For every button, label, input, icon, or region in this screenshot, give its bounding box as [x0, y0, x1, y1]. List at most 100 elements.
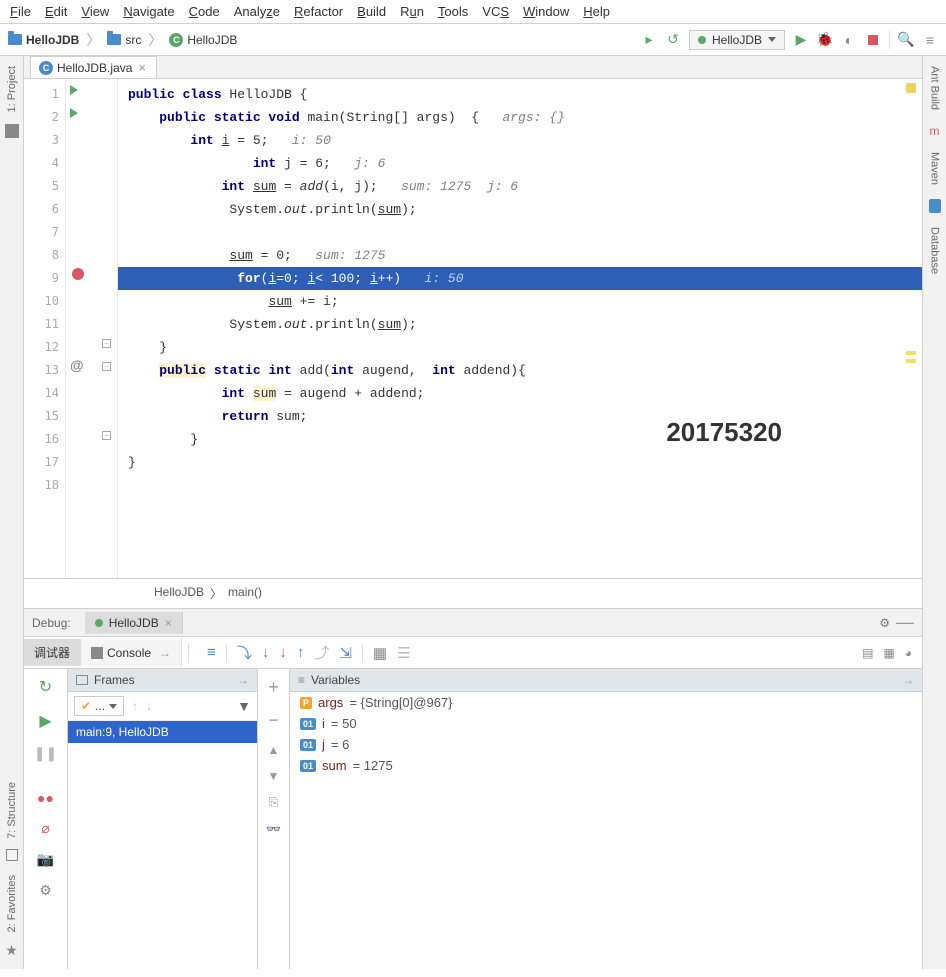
variable-row[interactable]: 01i = 50 — [290, 713, 922, 734]
evaluate-icon[interactable]: ▦ — [373, 644, 387, 662]
minimize-icon[interactable]: — — [896, 612, 914, 633]
project-tool-icon[interactable] — [5, 124, 19, 138]
rerun-icon[interactable]: ↻ — [39, 677, 52, 697]
warning-marker[interactable] — [906, 83, 916, 93]
stop-button[interactable] — [865, 32, 881, 48]
copy-icon[interactable]: ⎘ — [269, 795, 279, 810]
editor-tab[interactable]: C HelloJDB.java × — [30, 56, 157, 78]
force-step-into-icon[interactable]: ↓ — [279, 644, 287, 661]
close-session-icon[interactable]: × — [165, 616, 172, 630]
layout-icon[interactable]: ▤ — [862, 646, 873, 660]
camera-icon[interactable]: 📷 — [37, 851, 54, 868]
var-type-badge: 01 — [300, 718, 316, 730]
breakpoints-icon[interactable]: ●● — [37, 790, 54, 806]
run-to-cursor-icon[interactable]: ⇲ — [339, 644, 352, 662]
drop-frame-icon[interactable]: ⤴ — [314, 642, 329, 663]
maven-tab[interactable]: Maven — [929, 148, 941, 189]
code-content[interactable]: public class HelloJDB { public static vo… — [118, 79, 922, 578]
show-execution-point-icon[interactable]: ≡ — [207, 644, 216, 661]
menu-tools[interactable]: Tools — [438, 4, 468, 19]
variables-panel: + − ▲ ▼ ⎘ 👓 ≡ Variables → Pargs = {St — [258, 669, 922, 969]
error-stripe[interactable] — [906, 83, 916, 568]
check-icon: ✔ — [81, 699, 91, 713]
run-config-selector[interactable]: HelloJDB — [689, 30, 785, 50]
build-icon[interactable]: ▸ — [641, 32, 657, 48]
structure-button[interactable]: ≡ — [922, 32, 938, 48]
menu-navigate[interactable]: Navigate — [123, 4, 174, 19]
menu-build[interactable]: Build — [357, 4, 386, 19]
watermark-text: 20175320 — [666, 417, 782, 448]
code-editor[interactable]: 123456789101112131415161718 −@−− public … — [24, 79, 922, 578]
menu-analyze[interactable]: Analyze — [234, 4, 280, 19]
hammer-icon[interactable]: ↺ — [665, 32, 681, 48]
debug-session-tab[interactable]: HelloJDB × — [85, 612, 183, 634]
database-tab[interactable]: Database — [929, 223, 941, 278]
breadcrumb[interactable]: HelloJDB 〉 src 〉 C HelloJDB — [8, 30, 237, 50]
filter-icon[interactable]: ▼ — [237, 698, 251, 714]
stack-frame[interactable]: main:9, HelloJDB — [68, 721, 257, 743]
next-frame-icon[interactable]: ↓ — [146, 699, 152, 713]
trace-icon[interactable]: ☰ — [397, 644, 410, 662]
down-icon[interactable]: ▼ — [268, 769, 280, 783]
project-folder-icon — [8, 34, 22, 45]
debugger-tab[interactable]: 调试器 — [24, 639, 81, 666]
favorites-tool-tab[interactable]: 2: Favorites — [6, 871, 18, 936]
menu-refactor[interactable]: Refactor — [294, 4, 343, 19]
structure-tool-tab[interactable]: 7: Structure — [6, 778, 18, 843]
menu-code[interactable]: Code — [189, 4, 220, 19]
favorites-star-icon[interactable]: ★ — [5, 942, 18, 959]
menu-window[interactable]: Window — [523, 4, 569, 19]
close-tab-icon[interactable]: × — [136, 60, 148, 75]
menu-edit[interactable]: Edit — [45, 4, 67, 19]
pause-icon[interactable]: ❚❚ — [34, 745, 57, 762]
crumb-class[interactable]: HelloJDB — [154, 585, 204, 602]
run-button[interactable]: ▶ — [793, 32, 809, 48]
pin-icon[interactable]: → — [902, 673, 914, 687]
debug-button[interactable]: 🐞 — [817, 32, 833, 48]
variables-icon: ≡ — [298, 673, 305, 687]
maven-m-icon[interactable]: m — [930, 124, 940, 138]
menu-vcs[interactable]: VCS — [482, 4, 509, 19]
pin-icon[interactable]: → — [237, 673, 249, 687]
console-tab[interactable]: Console → — [81, 639, 182, 666]
database-icon[interactable] — [929, 199, 941, 213]
add-watch-icon[interactable]: + — [268, 677, 279, 698]
variables-header: ≡ Variables → — [290, 669, 922, 692]
ant-build-tab[interactable]: Ant Build — [929, 62, 941, 114]
layout-icon-2[interactable]: ▦ — [883, 646, 894, 660]
step-into-icon[interactable]: ↓ — [262, 644, 270, 661]
line-number-gutter: 123456789101112131415161718 — [24, 79, 66, 578]
prev-frame-icon[interactable]: ↑ — [132, 699, 138, 713]
variable-row[interactable]: 01j = 6 — [290, 734, 922, 755]
mute-breakpoints-icon[interactable]: ⌀ — [41, 820, 49, 837]
project-tool-tab[interactable]: 1: Project — [6, 62, 18, 116]
menu-help[interactable]: Help — [583, 4, 610, 19]
structure-tool-icon[interactable] — [6, 849, 18, 861]
menu-file[interactable]: File — [10, 4, 31, 19]
console-pin-icon: → — [159, 646, 171, 660]
thread-selector[interactable]: ✔ ... — [74, 696, 124, 716]
glasses-icon[interactable]: 👓 — [266, 822, 281, 836]
crumb-method[interactable]: main() — [228, 585, 262, 602]
settings-icon[interactable]: ⚙ — [39, 882, 52, 899]
debug-settings-icon[interactable]: ⚙ — [879, 616, 890, 630]
variable-row[interactable]: Pargs = {String[0]@967} — [290, 692, 922, 713]
right-tool-strip: Ant Build m Maven Database — [922, 56, 946, 969]
menu-bar: File Edit View Navigate Code Analyze Ref… — [0, 0, 946, 24]
navigation-toolbar: HelloJDB 〉 src 〉 C HelloJDB ▸ ↺ HelloJDB… — [0, 24, 946, 56]
warning-marker[interactable] — [906, 359, 916, 363]
resume-icon[interactable]: ▶ — [39, 711, 51, 731]
up-icon[interactable]: ▲ — [268, 743, 280, 757]
step-out-icon[interactable]: ↑ — [297, 644, 305, 661]
java-class-icon: C — [39, 61, 53, 75]
speedometer-icon[interactable]: ◕ — [905, 646, 912, 660]
menu-view[interactable]: View — [81, 4, 109, 19]
warning-marker[interactable] — [906, 351, 916, 355]
variable-row[interactable]: 01sum = 1275 — [290, 755, 922, 776]
menu-run[interactable]: Run — [400, 4, 424, 19]
step-over-icon[interactable]: ⤵ — [237, 642, 252, 663]
coverage-button[interactable]: ◐ — [841, 32, 857, 48]
chevron-down-icon — [109, 704, 117, 709]
remove-watch-icon[interactable]: − — [268, 710, 279, 731]
search-button[interactable]: 🔍 — [898, 32, 914, 48]
